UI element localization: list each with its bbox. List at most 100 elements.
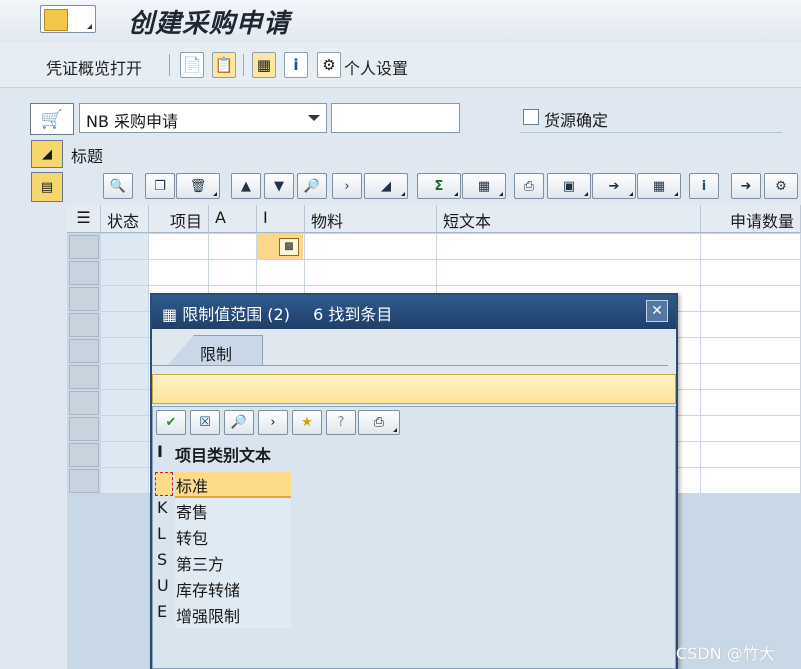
grid-cell[interactable] — [701, 364, 801, 390]
delete-row-icon[interactable]: 🗑 — [176, 173, 220, 199]
document-settings-icon[interactable]: ⚙ — [764, 173, 798, 199]
personal-settings-icon[interactable]: ⚙ — [317, 52, 341, 78]
grid-cell[interactable] — [101, 364, 149, 390]
column-header-material[interactable]: 物料 — [305, 205, 437, 233]
copy-document-icon[interactable]: 📋 — [212, 52, 236, 78]
cancel-icon[interactable]: ☒ — [190, 410, 220, 435]
find-icon[interactable]: 🔎 — [297, 173, 327, 199]
header-expand-button[interactable]: ◢ — [31, 140, 63, 168]
row-selector[interactable] — [69, 313, 99, 337]
list-item[interactable]: 库存转储 — [175, 576, 291, 602]
row-selector[interactable] — [69, 469, 99, 493]
info-icon[interactable]: i — [284, 52, 308, 78]
close-icon[interactable]: ✕ — [646, 300, 668, 322]
grid-cell[interactable] — [101, 390, 149, 416]
subtotal-icon[interactable]: ▦ — [462, 173, 506, 199]
help-icon[interactable]: ? — [326, 410, 356, 435]
chevron-down-icon[interactable] — [308, 115, 320, 121]
row-selector[interactable] — [69, 261, 99, 285]
grid-cell[interactable] — [437, 234, 701, 260]
list-item[interactable]: 转包 — [175, 524, 291, 550]
info-icon[interactable]: i — [689, 173, 719, 199]
row-selector[interactable] — [69, 365, 99, 389]
grid-cell[interactable] — [101, 338, 149, 364]
list-item[interactable]: 增强限制 — [175, 602, 291, 628]
grid-cell[interactable] — [209, 260, 257, 286]
row-selector[interactable] — [69, 287, 99, 311]
document-number-input[interactable] — [331, 103, 460, 133]
check-icon[interactable]: ✔ — [156, 410, 186, 435]
sum-icon[interactable]: Σ — [417, 173, 461, 199]
focused-cell[interactable] — [155, 472, 173, 496]
grid-cell[interactable] — [701, 312, 801, 338]
app-menu-button[interactable] — [40, 5, 96, 33]
row-selector[interactable] — [69, 391, 99, 415]
grid-cell[interactable] — [257, 260, 305, 286]
filter-icon[interactable]: ◢ — [364, 173, 408, 199]
print-icon[interactable]: ⎙ — [358, 410, 400, 435]
grid-cell[interactable] — [209, 234, 257, 260]
row-selector[interactable] — [69, 235, 99, 259]
hierarchy-icon[interactable]: ▦ — [252, 52, 276, 78]
grid-cell[interactable] — [101, 416, 149, 442]
layout-icon[interactable]: ▦ — [637, 173, 681, 199]
list-item[interactable]: 标准 — [175, 472, 291, 498]
grid-cell[interactable] — [149, 260, 209, 286]
document-overview-button[interactable]: 凭证概览打开 — [46, 55, 142, 79]
row-selector[interactable] — [69, 443, 99, 467]
source-determination-checkbox[interactable] — [523, 109, 539, 125]
export-icon[interactable]: ➔ — [592, 173, 636, 199]
grid-cell[interactable] — [437, 260, 701, 286]
grid-cell[interactable] — [701, 286, 801, 312]
grid-cell[interactable] — [101, 442, 149, 468]
column-config-icon[interactable]: ☰ — [67, 205, 101, 233]
column-header-item[interactable]: 项目 — [149, 205, 209, 233]
grid-cell[interactable] — [701, 260, 801, 286]
grid-cell[interactable] — [101, 312, 149, 338]
list-item-code[interactable]: E — [155, 602, 173, 628]
row-selector[interactable] — [69, 339, 99, 363]
grid-cell[interactable] — [701, 416, 801, 442]
new-document-icon[interactable]: 📄 — [180, 52, 204, 78]
grid-cell[interactable] — [101, 286, 149, 312]
views-icon[interactable]: ▣ — [547, 173, 591, 199]
grid-cell[interactable] — [701, 468, 801, 494]
print-icon[interactable]: ⎙ — [514, 173, 544, 199]
find-icon[interactable]: 🔎 — [224, 410, 254, 435]
details-icon[interactable]: 🔍 — [103, 173, 133, 199]
column-header-a[interactable]: A — [209, 205, 257, 233]
grid-cell[interactable] — [305, 234, 437, 260]
column-header-i[interactable]: I — [257, 205, 305, 233]
column-header-status[interactable]: 状态 — [101, 205, 149, 233]
find-next-icon[interactable]: › — [258, 410, 288, 435]
grid-cell[interactable] — [701, 234, 801, 260]
sort-ascending-icon[interactable]: ▲ — [231, 173, 261, 199]
column-header-short-text[interactable]: 短文本 — [437, 205, 701, 233]
copy-row-icon[interactable]: ❐ — [145, 173, 175, 199]
list-item-code[interactable]: S — [155, 550, 173, 576]
list-item-code[interactable]: U — [155, 576, 173, 602]
default-values-icon[interactable]: ➜ — [731, 173, 761, 199]
item-overview-button[interactable]: ▤ — [31, 172, 63, 202]
list-item-code[interactable]: L — [155, 524, 173, 550]
document-type-select[interactable]: NB 采购申请 — [79, 103, 327, 133]
value-help-icon[interactable]: ▩ — [279, 238, 299, 256]
grid-cell[interactable] — [701, 442, 801, 468]
find-next-icon[interactable]: › — [332, 173, 362, 199]
list-item[interactable]: 寄售 — [175, 498, 291, 524]
favorite-add-icon[interactable]: ★ — [292, 410, 322, 435]
grid-cell[interactable] — [701, 338, 801, 364]
column-header-quantity[interactable]: 申请数量 — [701, 205, 801, 233]
list-item-code[interactable]: K — [155, 498, 173, 524]
cart-icon[interactable]: 🛒 — [30, 103, 74, 135]
grid-cell[interactable] — [101, 234, 149, 260]
grid-cell[interactable] — [101, 260, 149, 286]
personal-settings-button[interactable]: 个人设置 — [344, 55, 408, 79]
grid-cell[interactable] — [101, 468, 149, 494]
sort-descending-icon[interactable]: ▼ — [264, 173, 294, 199]
grid-cell[interactable] — [701, 390, 801, 416]
grid-cell[interactable] — [305, 260, 437, 286]
list-item[interactable]: 第三方 — [175, 550, 291, 576]
row-selector[interactable] — [69, 417, 99, 441]
grid-cell[interactable] — [149, 234, 209, 260]
